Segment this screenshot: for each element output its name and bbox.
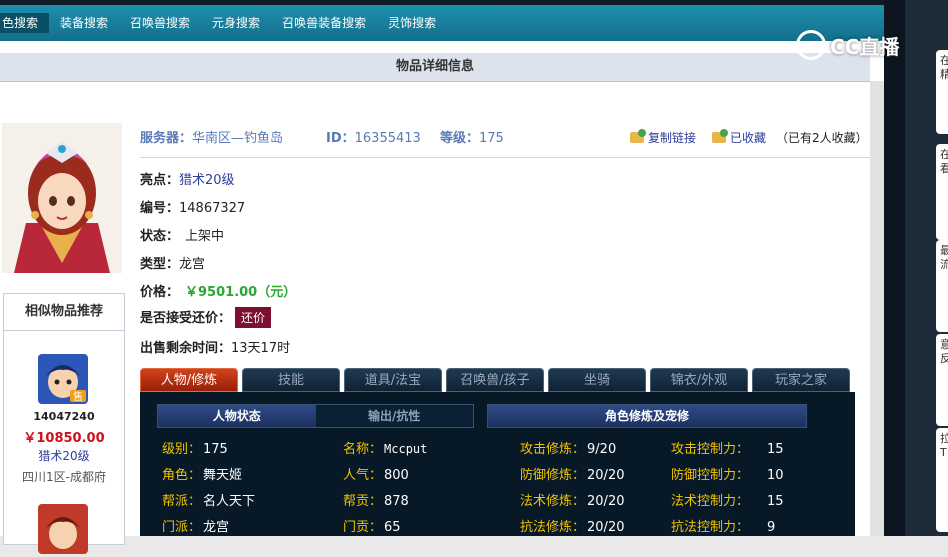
favorite-button[interactable]: 已收藏 [712, 129, 766, 146]
stat-defense-control: 防御控制力： 10 [671, 468, 784, 483]
tab-skills[interactable]: 技能 [242, 368, 340, 392]
server-label: 服务器： [140, 131, 193, 146]
cc-live-logo: G CC直播 [796, 30, 899, 60]
highlight-value[interactable]: 猎术20级 [179, 173, 235, 188]
sub-tab-status[interactable]: 人物状态 [158, 405, 316, 427]
favorite-count: （已有2人收藏） [776, 129, 868, 146]
remaining-row: 出售剩余时间：13天17时 [140, 337, 290, 356]
nav-pet-search[interactable]: 召唤兽搜索 [119, 13, 201, 33]
tab-player-home[interactable]: 玩家之家 [752, 368, 850, 392]
tab-mounts[interactable]: 坐骑 [548, 368, 646, 392]
remaining-value: 13天17时 [231, 341, 291, 356]
similar-item-id: 14047240 [33, 410, 95, 423]
character-panel: 人物状态 输出/抗性 角色修炼及宠修 级别： 175 角色： 舞天姬 帮派： 名人天下… [140, 392, 855, 536]
folder-add-icon [712, 129, 728, 143]
stat-guild: 帮派： 名人天下 [162, 494, 256, 509]
stat-guild-contribution: 帮贡： 878 [343, 494, 409, 509]
similar-item-thumbnail-2[interactable] [38, 504, 88, 554]
tab-items-treasures[interactable]: 道具/法宝 [344, 368, 442, 392]
stat-name: 名称： Mccput [343, 442, 428, 457]
stat-popularity: 人气： 800 [343, 468, 409, 483]
price-value: ￥9501.00（元） [185, 285, 297, 300]
status-row: 状态： 上架中 [140, 225, 224, 244]
side-tab-3[interactable]: 最 流 [936, 240, 948, 332]
number-row: 编号：14867327 [140, 197, 245, 216]
id-label: ID： [326, 131, 355, 146]
bargain-button[interactable]: 还价 [235, 307, 272, 328]
stat-level: 级别： 175 [162, 442, 228, 457]
copy-link-label: 复制链接 [648, 131, 697, 145]
remaining-label: 出售剩余时间： [140, 341, 232, 356]
stat-resist-cultivation: 抗法修炼： 20/20 [520, 520, 625, 535]
detail-header: 物品详细信息 [0, 53, 870, 82]
stat-resist-control: 抗法控制力： 9 [671, 520, 776, 535]
nav-equipment-search[interactable]: 装备搜索 [49, 13, 119, 33]
nav-avatar-search[interactable]: 元身搜索 [201, 13, 271, 33]
nav-role-search[interactable]: 色搜索 [0, 13, 50, 33]
top-nav: 色搜索 装备搜索 召唤兽搜索 元身搜索 召唤兽装备搜索 灵饰搜索 [0, 5, 884, 41]
similar-item-price: ￥10850.00 [23, 431, 105, 446]
similar-item-server: 四川1区-成都府 [22, 470, 106, 484]
number-label: 编号： [140, 201, 180, 216]
stat-magic-control: 法术控制力： 15 [671, 494, 784, 509]
avatar-portrait-icon [2, 123, 122, 273]
nav-ornament-search[interactable]: 灵饰搜索 [377, 13, 447, 33]
stat-school-contribution: 门贡： 65 [343, 520, 401, 535]
favorite-count-text: （已有2人收藏） [776, 131, 868, 145]
stat-role: 角色： 舞天姬 [162, 468, 243, 483]
highlight-label: 亮点： [140, 173, 180, 188]
main-content: 物品详细信息 相似物品推荐 售 14047240 ￥10850.00 猎术20级… [0, 41, 884, 554]
stat-magic-cultivation: 法术修炼： 20/20 [520, 494, 625, 509]
character-avatar [2, 123, 122, 273]
bargain-row: 是否接受还价： 还价 [140, 307, 272, 328]
right-gutter [870, 81, 884, 536]
tab-pets-children[interactable]: 召唤兽/孩子 [446, 368, 544, 392]
similar-items-box: 相似物品推荐 售 14047240 ￥10850.00 猎术20级 四川1区-成… [3, 293, 125, 554]
folder-icon [630, 129, 646, 143]
side-tab-1[interactable]: 在 精 [936, 50, 948, 134]
similar-item-thumbnail[interactable]: 售 [38, 354, 88, 404]
favorite-label: 已收藏 [730, 131, 767, 145]
sale-badge: 售 [73, 390, 83, 403]
copy-link-button[interactable]: 复制链接 [630, 129, 696, 146]
side-tab-5[interactable]: 拉 T [936, 428, 948, 532]
highlight-row: 亮点：猎术20级 [140, 169, 235, 188]
nav-pet-equipment-search[interactable]: 召唤兽装备搜索 [271, 13, 377, 33]
meta-divider [140, 157, 870, 158]
stat-defense-cultivation: 防御修炼： 20/20 [520, 468, 625, 483]
price-label: 价格： [140, 285, 180, 300]
cc-logo-icon: G [796, 30, 826, 60]
character-thumbnail-icon: 售 [38, 354, 88, 404]
side-tab-4[interactable]: 意 反 [936, 334, 948, 426]
status-label: 状态： [140, 229, 180, 244]
tab-character-cultivation[interactable]: 人物/修炼 [140, 368, 238, 392]
similar-item-skill[interactable]: 猎术20级 [4, 447, 124, 464]
sub-tab-cultivation[interactable]: 角色修炼及宠修 [487, 404, 807, 428]
id-value: 16355413 [354, 131, 421, 146]
side-tab-2[interactable]: 在 看 [936, 144, 948, 240]
stat-attack-cultivation: 攻击修炼： 9/20 [520, 442, 617, 457]
server-value: 华南区—钓鱼岛 [192, 131, 284, 146]
bargain-label: 是否接受还价： [140, 311, 232, 326]
stat-attack-control: 攻击控制力： 15 [671, 442, 784, 457]
type-value: 龙宫 [179, 257, 206, 272]
cc-logo-text: CC直播 [830, 34, 900, 59]
detail-tabs: 人物/修炼 技能 道具/法宝 召唤兽/孩子 坐骑 锦衣/外观 玩家之家 [140, 368, 850, 392]
status-value: 上架中 [185, 229, 225, 244]
number-value: 14867327 [179, 201, 246, 216]
level-label: 等级： [440, 131, 480, 146]
type-row: 类型：龙宫 [140, 253, 205, 272]
similar-items-title: 相似物品推荐 [4, 294, 124, 331]
character-thumbnail-icon [38, 504, 88, 554]
type-label: 类型： [140, 257, 180, 272]
price-row: 价格： ￥9501.00（元） [140, 281, 296, 300]
tab-outfits[interactable]: 锦衣/外观 [650, 368, 748, 392]
sub-tabs-status: 人物状态 输出/抗性 [157, 404, 474, 428]
level-value: 175 [479, 131, 504, 146]
stat-school: 门派： 龙宫 [162, 520, 230, 535]
sub-tab-output[interactable]: 输出/抗性 [316, 405, 474, 427]
